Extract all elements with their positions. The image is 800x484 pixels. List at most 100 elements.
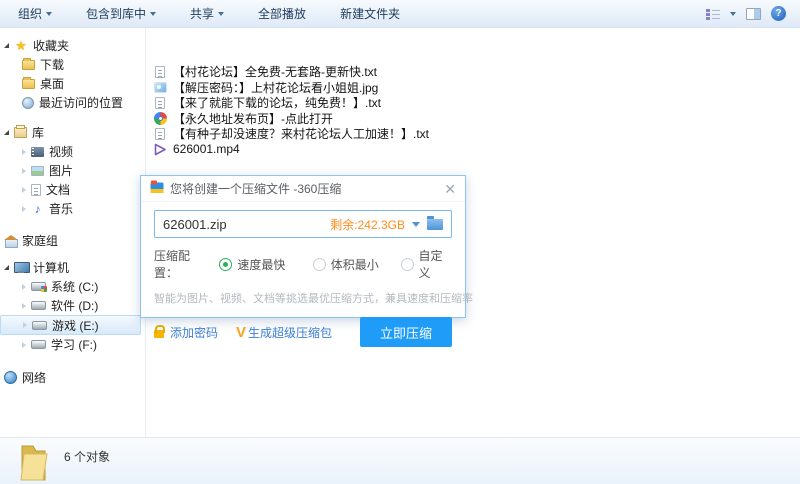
videos-icon — [31, 147, 44, 157]
sidebar-item-videos[interactable]: 视频 — [0, 142, 145, 161]
star-icon: ★ — [14, 39, 28, 52]
drive-icon — [31, 340, 46, 349]
radio-icon — [219, 258, 232, 271]
collapsed-triangle-icon[interactable] — [23, 322, 27, 328]
remaining-space: 剩余:242.3GB — [330, 216, 405, 233]
sidebar-label: 视频 — [49, 143, 73, 160]
radio-fastest-speed[interactable]: 速度最快 — [219, 256, 312, 273]
toolbar-new-folder-label: 新建文件夹 — [340, 5, 400, 22]
dropdown-caret-icon[interactable] — [412, 222, 420, 227]
homegroup-icon — [4, 235, 17, 246]
toolbar-organize[interactable]: 组织 — [14, 2, 56, 25]
dialog-title: 您将创建一个压缩文件 -360压缩 — [170, 180, 341, 197]
file-row[interactable]: 【解压密码：】上村花论坛看小姐姐.jpg — [153, 80, 429, 96]
drive-icon — [32, 321, 47, 330]
sidebar-item-computer[interactable]: 计算机 — [0, 258, 145, 277]
config-label: 压缩配置： — [154, 247, 209, 281]
large-folder-icon — [16, 442, 50, 484]
sidebar-label: 音乐 — [49, 200, 73, 217]
360zip-dialog: 您将创建一个压缩文件 -360压缩 ✕ 626001.zip 剩余:242.3G… — [140, 175, 466, 318]
computer-icon — [14, 262, 28, 273]
toolbar-play-all[interactable]: 全部播放 — [254, 2, 310, 25]
collapsed-triangle-icon[interactable] — [22, 303, 26, 309]
sidebar-item-favorites[interactable]: ★ 收藏夹 — [0, 36, 145, 55]
video-play-icon — [153, 143, 167, 156]
sidebar-label: 系统 (C:) — [51, 278, 98, 295]
toolbar-include-in-library[interactable]: 包含到库中 — [82, 2, 160, 25]
dialog-titlebar[interactable]: 您将创建一个压缩文件 -360压缩 ✕ — [141, 176, 465, 202]
browse-folder-icon[interactable] — [427, 219, 443, 230]
file-row[interactable]: 【永久地址发布页】-点此打开 — [153, 111, 429, 127]
file-name: 626001.mp4 — [173, 142, 240, 156]
help-icon[interactable] — [771, 6, 786, 21]
sidebar-item-music[interactable]: ♪ 音乐 — [0, 199, 145, 218]
sidebar-item-homegroup[interactable]: 家庭组 — [0, 231, 145, 250]
sidebar-label: 图片 — [49, 162, 73, 179]
text-file-icon — [155, 128, 165, 140]
command-bar: 组织 包含到库中 共享 全部播放 新建文件夹 — [0, 0, 800, 28]
sidebar-item-network[interactable]: 网络 — [0, 368, 145, 387]
preview-pane-icon[interactable] — [746, 8, 761, 20]
collapsed-triangle-icon[interactable] — [22, 187, 26, 193]
sidebar-label: 最近访问的位置 — [39, 94, 123, 111]
file-name: 【有种子却没速度？来村花论坛人工加速！】.txt — [173, 125, 429, 142]
sidebar-label: 学习 (F:) — [51, 336, 97, 353]
sidebar-item-libraries[interactable]: 库 — [0, 123, 145, 142]
compress-now-button[interactable]: 立即压缩 — [360, 317, 452, 347]
sidebar-label: 文档 — [46, 181, 70, 198]
collapsed-triangle-icon[interactable] — [22, 168, 26, 174]
desktop-folder-icon — [22, 79, 35, 89]
add-password-link[interactable]: 添加密码 — [170, 324, 218, 341]
toolbar-share-label: 共享 — [190, 5, 214, 22]
radio-custom[interactable]: 自定义 — [401, 247, 453, 281]
sidebar-label: 软件 (D:) — [51, 297, 98, 314]
chevron-down-icon[interactable] — [730, 12, 736, 16]
collapsed-triangle-icon[interactable] — [22, 342, 26, 348]
toolbar-include-label: 包含到库中 — [86, 5, 146, 22]
file-row[interactable]: 【来了就能下载的论坛，纯免费！】.txt — [153, 95, 429, 111]
documents-icon — [31, 184, 41, 196]
radio-label: 自定义 — [419, 247, 453, 281]
archive-filename[interactable]: 626001.zip — [163, 217, 323, 232]
items-count: 6 个对象 — [64, 448, 110, 465]
sidebar-item-recent-places[interactable]: 最近访问的位置 — [0, 93, 145, 112]
super-archive-link[interactable]: 生成超级压缩包 — [248, 324, 332, 341]
collapsed-triangle-icon[interactable] — [22, 284, 26, 290]
toolbar-new-folder[interactable]: 新建文件夹 — [336, 2, 404, 25]
sidebar-item-downloads[interactable]: 下载 — [0, 55, 145, 74]
collapsed-triangle-icon[interactable] — [22, 149, 26, 155]
music-icon: ♪ — [31, 202, 44, 216]
sidebar-item-pictures[interactable]: 图片 — [0, 161, 145, 180]
close-icon[interactable]: ✕ — [444, 182, 456, 196]
file-row[interactable]: 626001.mp4 — [153, 142, 429, 158]
sidebar-item-desktop[interactable]: 桌面 — [0, 74, 145, 93]
sidebar-item-drive-c[interactable]: 系统 (C:) — [0, 277, 145, 296]
sidebar-item-drive-f[interactable]: 学习 (F:) — [0, 335, 145, 354]
expand-triangle-icon[interactable] — [4, 43, 9, 48]
file-row[interactable]: 【有种子却没速度？来村花论坛人工加速！】.txt — [153, 126, 429, 142]
recent-places-icon — [22, 97, 34, 109]
sidebar-label: 库 — [32, 124, 44, 141]
radio-smallest-size[interactable]: 体积最小 — [313, 256, 401, 273]
browser-shortcut-icon — [154, 112, 167, 125]
sidebar-item-drive-e[interactable]: 游戏 (E:) — [0, 315, 141, 335]
sidebar-label: 下载 — [40, 56, 64, 73]
toolbar-share[interactable]: 共享 — [186, 2, 228, 25]
sidebar-label: 收藏夹 — [33, 37, 69, 54]
file-name: 【永久地址发布页】-点此打开 — [173, 110, 333, 127]
expand-triangle-icon[interactable] — [4, 265, 9, 270]
sidebar-item-documents[interactable]: 文档 — [0, 180, 145, 199]
sidebar-label: 游戏 (E:) — [52, 317, 99, 334]
radio-icon — [401, 258, 414, 271]
expand-triangle-icon[interactable] — [4, 130, 9, 135]
toolbar-organize-label: 组织 — [18, 5, 42, 22]
archive-name-field[interactable]: 626001.zip 剩余:242.3GB — [154, 210, 452, 238]
text-file-icon — [155, 66, 165, 78]
file-name: 【解压密码：】上村花论坛看小姐姐.jpg — [173, 79, 378, 96]
file-row[interactable]: 【村花论坛】全免费-无套路-更新快.txt — [153, 64, 429, 80]
collapsed-triangle-icon[interactable] — [22, 206, 26, 212]
sidebar-label: 家庭组 — [22, 232, 58, 249]
sidebar-item-drive-d[interactable]: 软件 (D:) — [0, 296, 145, 315]
change-view-icon[interactable] — [706, 8, 720, 20]
sidebar-label: 桌面 — [40, 75, 64, 92]
